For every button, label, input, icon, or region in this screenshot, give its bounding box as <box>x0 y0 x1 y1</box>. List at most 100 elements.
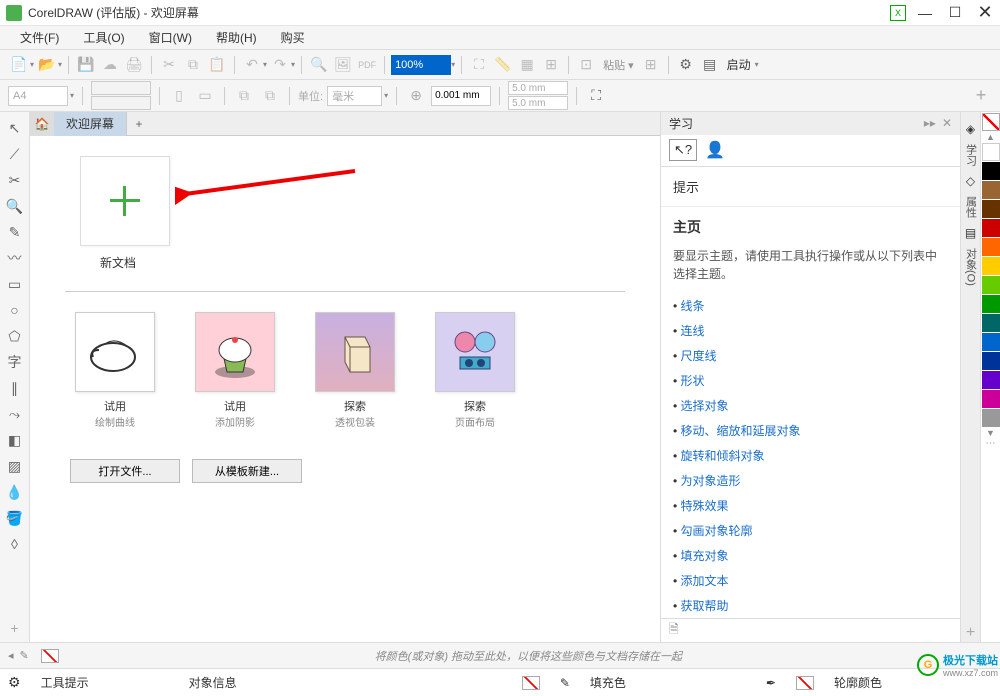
docker-learn-tab[interactable]: 学习 <box>961 136 981 174</box>
fill-tool[interactable]: 🪣 <box>3 506 27 530</box>
maximize-button[interactable]: ☐ <box>946 4 964 21</box>
facing-pages-icon[interactable]: ⧉ <box>259 85 281 107</box>
parallel-tool[interactable]: ∥ <box>3 376 27 400</box>
new-doc-button[interactable]: 📄 <box>8 54 30 76</box>
color-swatch-1[interactable] <box>982 162 1000 180</box>
pick-tool[interactable]: ↖ <box>3 116 27 140</box>
no-color[interactable] <box>982 113 1000 131</box>
duplicate-y[interactable] <box>508 96 568 110</box>
menu-help[interactable]: 帮助(H) <box>204 27 269 48</box>
docker-plus[interactable]: + <box>966 624 975 642</box>
menu-buy[interactable]: 购买 <box>269 27 317 48</box>
color-swatch-7[interactable] <box>982 276 1000 294</box>
undo-button[interactable]: ↶ <box>241 54 263 76</box>
user-icon[interactable]: 👤 <box>705 140 725 160</box>
status-gear-icon[interactable]: ⚙ <box>8 674 21 691</box>
outline-tool[interactable]: ◊ <box>3 532 27 556</box>
page-height[interactable] <box>91 96 151 110</box>
thumb-perspective[interactable]: 探索 透视包装 <box>310 312 400 429</box>
image-button[interactable]: 🖼 <box>332 54 354 76</box>
paper-size[interactable] <box>8 86 68 106</box>
link-shape[interactable]: 形状 <box>673 368 948 393</box>
link-dimension[interactable]: 尺度线 <box>673 343 948 368</box>
palette-up-icon[interactable]: ▲ <box>981 132 1000 142</box>
polygon-tool[interactable]: ⬠ <box>3 324 27 348</box>
minimize-button[interactable]: — <box>916 5 934 21</box>
transparency-tool[interactable]: ▨ <box>3 454 27 478</box>
color-swatch-2[interactable] <box>982 181 1000 199</box>
link-help[interactable]: 获取帮助 <box>673 593 948 618</box>
shape-tool[interactable]: ⟋ <box>3 142 27 166</box>
zoom-tool[interactable]: 🔍 <box>3 194 27 218</box>
redo-button[interactable]: ↷ <box>269 54 291 76</box>
color-swatch-12[interactable] <box>982 371 1000 389</box>
color-swatch-9[interactable] <box>982 314 1000 332</box>
thumb-shadow[interactable]: 试用 添加阴影 <box>190 312 280 429</box>
save-button[interactable]: 💾 <box>75 54 97 76</box>
paste-dropdown[interactable]: 粘贴 ▾ <box>599 57 638 73</box>
docker-objects-tab[interactable]: 对象(O) <box>961 240 981 294</box>
eyedropper-tool[interactable]: 💧 <box>3 480 27 504</box>
dropshadow-tool[interactable]: ◧ <box>3 428 27 452</box>
doc-nocolor-swatch[interactable] <box>41 649 59 663</box>
freehand-tool[interactable]: ✎ <box>3 220 27 244</box>
new-document-card[interactable] <box>80 156 170 246</box>
panel-collapse-icon[interactable]: ▸▸ <box>924 116 936 130</box>
fullscreen-button[interactable]: ⛶ <box>468 54 490 76</box>
link-reshape[interactable]: 为对象造形 <box>673 468 948 493</box>
artistic-tool[interactable]: 〰 <box>3 246 27 270</box>
color-swatch-6[interactable] <box>982 257 1000 275</box>
link-text[interactable]: 添加文本 <box>673 568 948 593</box>
cut-button[interactable]: ✂ <box>158 54 180 76</box>
palette-down-icon[interactable]: ▼ <box>981 428 1000 438</box>
add-tab-button[interactable]: + <box>127 112 151 136</box>
paste-button[interactable]: 📋 <box>206 54 228 76</box>
menu-tools[interactable]: 工具(O) <box>71 27 136 48</box>
table-button[interactable]: ⊞ <box>640 54 662 76</box>
hint-tool-icon[interactable]: ↖? <box>669 139 697 161</box>
link-outline[interactable]: 勾画对象轮廓 <box>673 518 948 543</box>
color-swatch-10[interactable] <box>982 333 1000 351</box>
toolbox-plus[interactable]: + <box>3 616 27 640</box>
color-swatch-5[interactable] <box>982 238 1000 256</box>
outline-pen-icon[interactable]: ✒ <box>766 676 776 690</box>
ruler-button[interactable]: 📏 <box>492 54 514 76</box>
outline-swatch[interactable] <box>796 676 814 690</box>
link-rotate[interactable]: 旋转和倾斜对象 <box>673 443 948 468</box>
panel-bottom-icon[interactable]: 🗎 <box>669 620 679 641</box>
menu-window[interactable]: 窗口(W) <box>137 27 204 48</box>
docker-diamond-icon[interactable]: ◇ <box>966 174 975 188</box>
duplicate-x[interactable] <box>508 81 568 95</box>
eyedropper-icon[interactable]: ✎ <box>20 649 29 662</box>
page-width[interactable] <box>91 81 151 95</box>
fill-swatch[interactable] <box>522 676 540 690</box>
connector-tool[interactable]: ⤳ <box>3 402 27 426</box>
link-select[interactable]: 选择对象 <box>673 393 948 418</box>
unit-select[interactable] <box>327 86 382 106</box>
pdf-button[interactable]: PDF <box>356 54 378 76</box>
edit-fill-icon[interactable]: ✎ <box>560 676 570 690</box>
color-swatch-14[interactable] <box>982 409 1000 427</box>
thumb-layout[interactable]: 探索 页面布局 <box>430 312 520 429</box>
color-swatch-0[interactable] <box>982 143 1000 161</box>
layout-button[interactable]: ▤ <box>699 54 721 76</box>
welcome-tab[interactable]: 欢迎屏幕 <box>54 112 127 136</box>
color-swatch-8[interactable] <box>982 295 1000 313</box>
guides-button[interactable]: ⊞ <box>540 54 562 76</box>
open-file-button[interactable]: 打开文件... <box>70 459 180 483</box>
excel-icon[interactable]: X <box>890 5 906 21</box>
launch-button[interactable]: 启动 <box>723 56 755 73</box>
copy-button[interactable]: ⧉ <box>182 54 204 76</box>
pages-icon[interactable]: ⧉ <box>233 85 255 107</box>
print-button[interactable]: 🖨 <box>123 54 145 76</box>
cloud-button[interactable]: ☁ <box>99 54 121 76</box>
landscape-button[interactable]: ▭ <box>194 85 216 107</box>
color-swatch-11[interactable] <box>982 352 1000 370</box>
color-swatch-13[interactable] <box>982 390 1000 408</box>
link-fill[interactable]: 填充对象 <box>673 543 948 568</box>
add-button[interactable]: + <box>970 85 992 107</box>
color-swatch-3[interactable] <box>982 200 1000 218</box>
portrait-button[interactable]: ▯ <box>168 85 190 107</box>
crop-button[interactable]: ⛶ <box>585 85 607 107</box>
grid-button[interactable]: ▦ <box>516 54 538 76</box>
